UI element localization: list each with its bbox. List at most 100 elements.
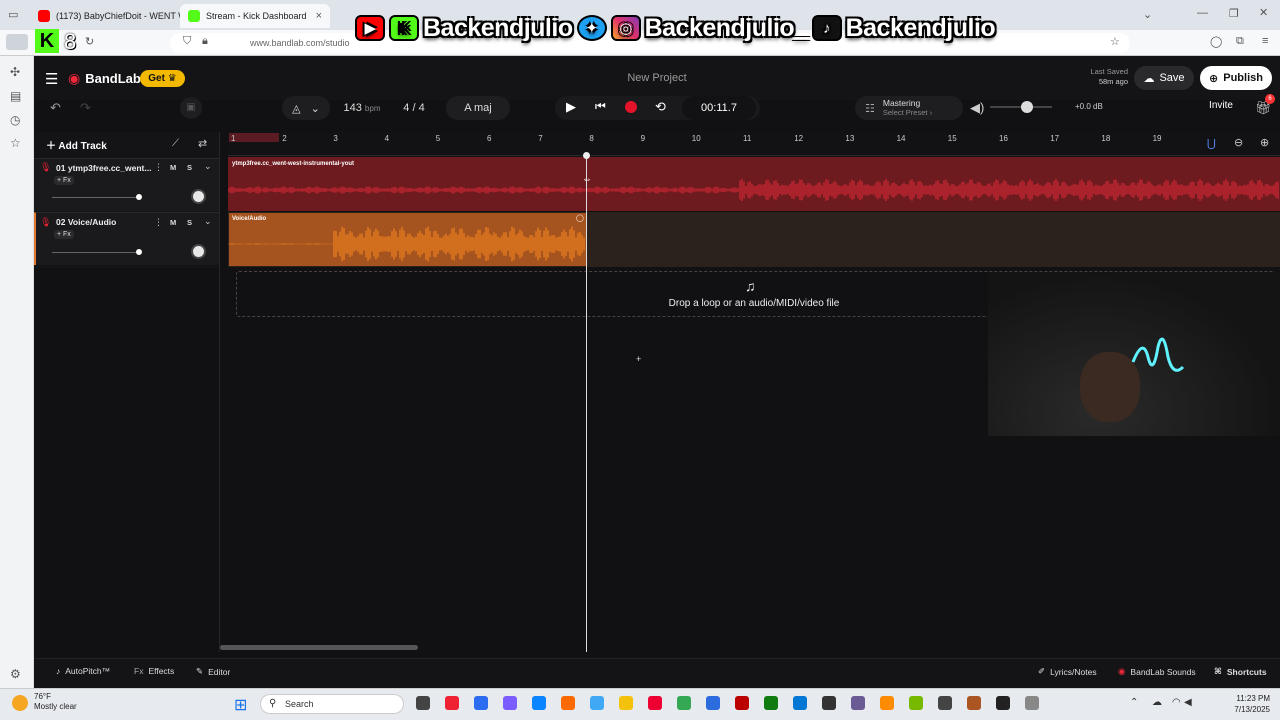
sidebar-bookmarks-icon[interactable]: ☆	[10, 136, 21, 150]
taskbar-clock[interactable]: 11:23 PM 7/13/2025	[1194, 693, 1270, 715]
taskbar-app-icon[interactable]	[503, 696, 517, 710]
time-signature[interactable]: 4 / 4	[394, 96, 434, 120]
mute-button[interactable]: M	[170, 163, 176, 172]
track-volume-knob[interactable]	[136, 194, 142, 200]
taskbar-app-icon[interactable]	[851, 696, 865, 710]
shortcuts-button[interactable]: ⌘ Shortcuts	[1214, 666, 1267, 677]
mute-button[interactable]: M	[170, 218, 176, 227]
pan-knob[interactable]	[191, 244, 206, 259]
track-volume-knob[interactable]	[136, 249, 142, 255]
taskbar-app-icon[interactable]	[648, 696, 662, 710]
mastering-button[interactable]: ☷ Mastering Select Preset ›	[855, 96, 963, 120]
skip-back-icon[interactable]: ⏮	[595, 99, 606, 114]
play-icon[interactable]: ▶	[566, 99, 576, 115]
reload-icon[interactable]: ↻	[85, 35, 94, 48]
get-membership-button[interactable]: Get ♛	[140, 70, 185, 87]
windows-start-icon[interactable]: ⊞	[234, 695, 247, 715]
weather-icon[interactable]	[12, 695, 28, 711]
volume-icon[interactable]: ◀︎	[1184, 697, 1192, 708]
close-icon[interactable]: ×	[316, 10, 322, 22]
tray-chevron-up-icon[interactable]: ⌃	[1130, 697, 1138, 708]
taskbar-app-icon[interactable]	[735, 696, 749, 710]
horizontal-scrollbar[interactable]	[220, 645, 418, 650]
clip-loop-icon[interactable]: ◯	[576, 214, 584, 222]
taskbar-app-icon[interactable]	[619, 696, 633, 710]
tab-kick[interactable]: Stream - Kick Dashboard ×	[180, 4, 330, 28]
solo-button[interactable]: S	[187, 163, 192, 172]
loop-region[interactable]	[229, 133, 279, 142]
save-button[interactable]: ☁ Save	[1134, 66, 1194, 90]
weather-widget[interactable]: 76°F Mostly clear	[34, 692, 77, 712]
tempo-field[interactable]: 143 bpm	[336, 96, 388, 120]
sidebar-reader-icon[interactable]: ▤	[10, 89, 21, 103]
taskbar-app-icon[interactable]	[561, 696, 575, 710]
taskbar-app-icon[interactable]	[909, 696, 923, 710]
taskbar-app-icon[interactable]	[445, 696, 459, 710]
taskbar-app-icon[interactable]	[996, 696, 1010, 710]
taskbar-app-icon[interactable]	[967, 696, 981, 710]
key-selector[interactable]: A maj	[446, 96, 510, 120]
editor-button[interactable]: ✎ Editor	[196, 666, 230, 677]
track-volume-slider[interactable]	[52, 197, 140, 198]
sidebar-toggle-icon[interactable]	[6, 34, 28, 50]
taskbar-app-icon[interactable]	[938, 696, 952, 710]
taskbar-app-icon[interactable]	[793, 696, 807, 710]
menu-icon[interactable]: ≡	[1262, 35, 1268, 47]
metronome-control[interactable]: ◬ ⌄	[282, 96, 330, 120]
snap-magnet-icon[interactable]: ⋃	[1207, 137, 1216, 150]
taskbar-app-icon[interactable]	[474, 696, 488, 710]
autopitch-button[interactable]: ♪ AutoPitch™	[56, 666, 110, 676]
taskbar-app-icon[interactable]	[416, 696, 430, 710]
extensions-icon[interactable]: ⧉	[1236, 35, 1244, 48]
playhead-handle[interactable]	[583, 152, 590, 159]
track-volume-slider[interactable]	[52, 252, 140, 253]
taskbar-app-icon[interactable]	[880, 696, 894, 710]
taskbar-app-icon[interactable]	[590, 696, 604, 710]
more-icon[interactable]: ⋮	[154, 162, 163, 173]
taskbar-app-icon[interactable]	[677, 696, 691, 710]
clip-tool-icon[interactable]: ▣	[180, 97, 202, 119]
sidebar-settings-icon[interactable]: ⚙	[10, 667, 21, 681]
bookmark-star-icon[interactable]: ☆	[1110, 35, 1120, 48]
track-settings-icon[interactable]: ⇄	[198, 137, 207, 150]
playhead[interactable]	[586, 155, 587, 652]
record-icon[interactable]	[625, 101, 637, 113]
lyrics-notes-button[interactable]: ✐ Lyrics/Notes	[1038, 666, 1097, 677]
bandlab-sounds-button[interactable]: ◉ BandLab Sounds	[1118, 666, 1196, 677]
solo-button[interactable]: S	[187, 218, 192, 227]
publish-button[interactable]: ⊕ Publish	[1200, 66, 1272, 90]
chevron-down-icon[interactable]: ⌄	[204, 161, 212, 172]
track-name[interactable]: 02 Voice/Audio	[56, 217, 152, 227]
add-fx-button[interactable]: + Fx	[54, 176, 74, 185]
hamburger-menu-icon[interactable]: ☰	[45, 70, 58, 88]
minimize-icon[interactable]: —	[1197, 7, 1208, 19]
shield-icon[interactable]: ⛉	[183, 35, 191, 48]
window-close-icon[interactable]: ✕	[1259, 6, 1268, 19]
pan-knob[interactable]	[191, 189, 206, 204]
account-icon[interactable]: ◯	[1210, 35, 1222, 48]
taskbar-app-icon[interactable]	[706, 696, 720, 710]
zoom-in-icon[interactable]: ⊕	[1260, 136, 1269, 149]
project-title[interactable]: New Project	[560, 72, 754, 84]
taskbar-app-icon[interactable]	[532, 696, 546, 710]
tab-actions-icon[interactable]: ▭	[8, 8, 18, 21]
effects-button[interactable]: Fx Effects	[134, 666, 174, 676]
lock-icon[interactable]: 🔒︎	[202, 35, 208, 48]
speaker-icon[interactable]: ◀︎)	[970, 100, 984, 116]
loop-icon[interactable]: ⟲	[655, 99, 666, 115]
invite-button[interactable]: Invite	[1200, 100, 1242, 111]
track-name[interactable]: 01 ytmp3free.cc_went...	[56, 163, 152, 173]
add-fx-button[interactable]: + Fx	[54, 230, 74, 239]
bandlab-logo[interactable]: ◉ BandLab	[68, 70, 141, 87]
more-icon[interactable]: ⋮	[154, 217, 163, 228]
sidebar-history-icon[interactable]: ◷	[10, 113, 20, 127]
tab-youtube[interactable]: (1173) BabyChiefDoit - WENT W ×	[30, 4, 180, 28]
undo-icon[interactable]: ↶	[50, 100, 61, 116]
taskbar-app-icon[interactable]	[764, 696, 778, 710]
sidebar-tools-icon[interactable]: ✣	[10, 65, 20, 79]
zoom-out-icon[interactable]: ⊖	[1234, 136, 1243, 149]
redo-icon[interactable]: ↷	[80, 100, 91, 116]
taskbar-app-icon[interactable]	[1025, 696, 1039, 710]
taskbar-app-icon[interactable]	[822, 696, 836, 710]
network-icon[interactable]: ☁	[1152, 697, 1162, 708]
